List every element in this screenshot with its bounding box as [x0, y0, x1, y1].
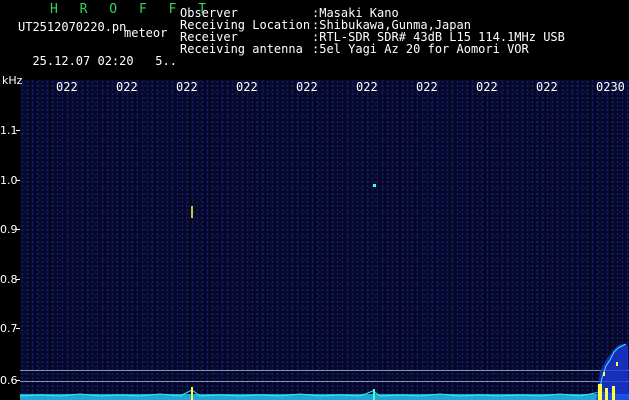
meteor-echo-dot [373, 184, 376, 187]
interference-bright [603, 372, 605, 376]
baseline-strip [20, 394, 629, 400]
interference-bright [612, 386, 615, 400]
interference-bright [616, 362, 618, 366]
signal-overlay [19, 184, 629, 400]
interference-bright [598, 384, 602, 400]
interference-bright [605, 388, 608, 400]
